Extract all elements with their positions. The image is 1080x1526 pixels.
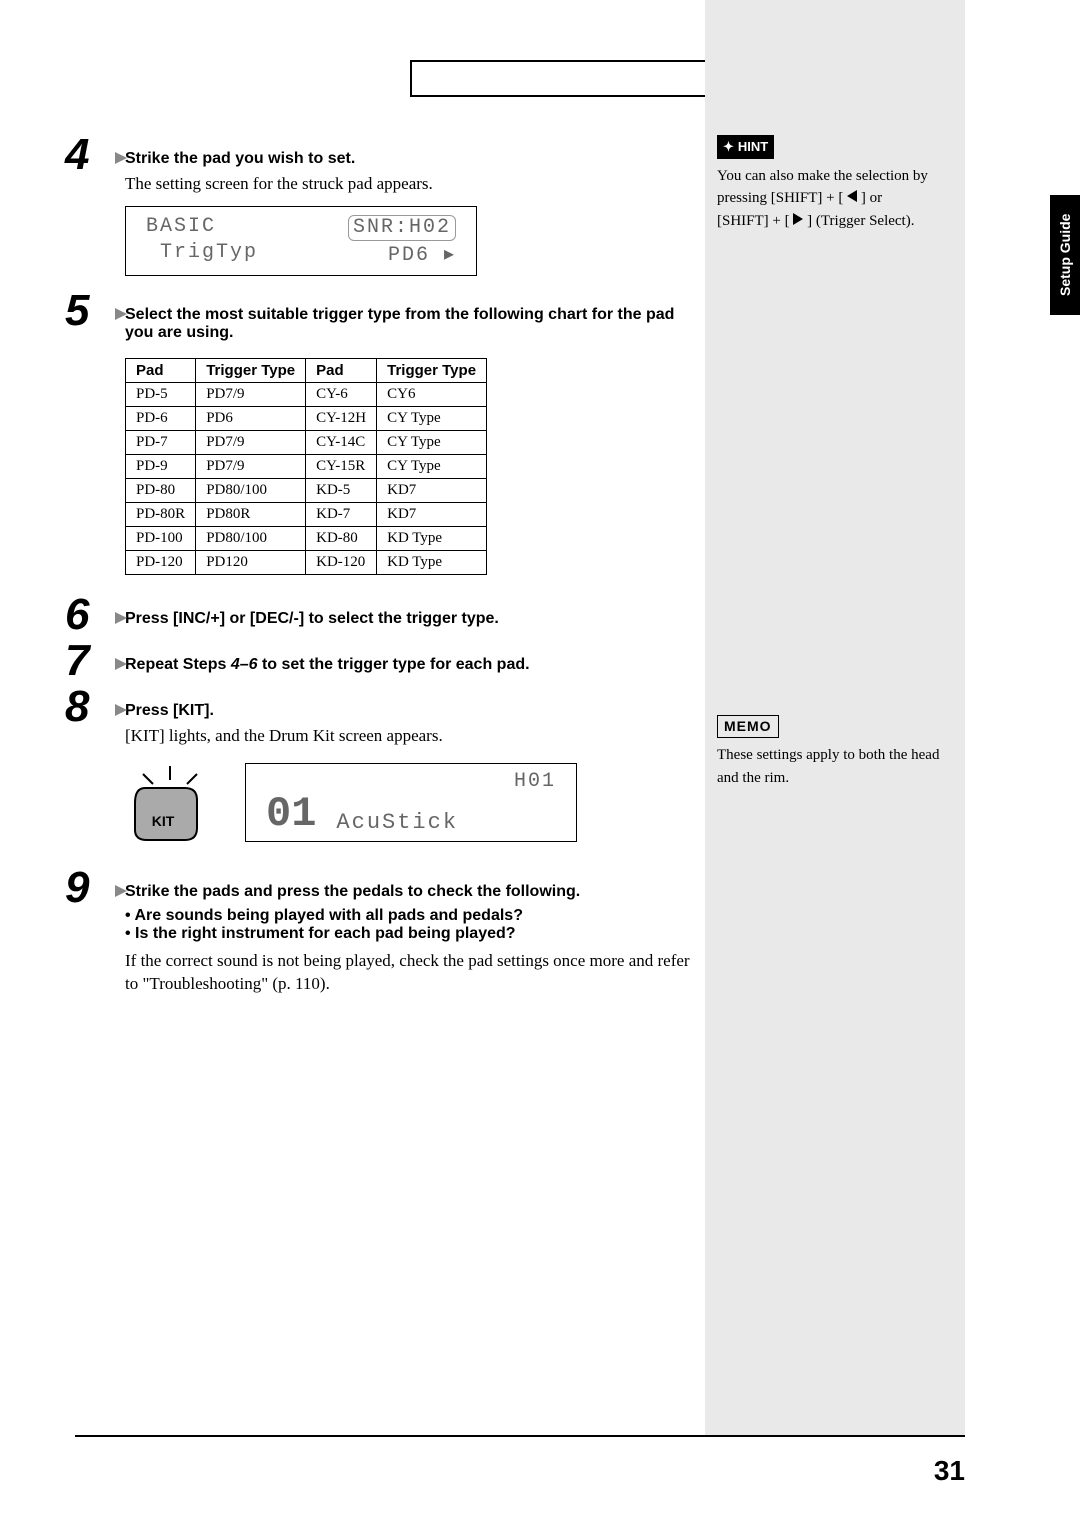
table-row: PD-9PD7/9CY-15RCY Type [126,454,487,478]
table-cell: PD6 [196,406,306,430]
step-title: Press [KIT]. [125,702,705,720]
table-cell: CY-6 [306,382,377,406]
page-number: 31 [934,1455,965,1487]
step-number: 8 [65,682,115,732]
table-header: Pad [126,358,196,382]
kit-button-icon: KIT [125,758,215,848]
footer-rule [75,1435,965,1437]
table-header: Trigger Type [377,358,487,382]
lcd-pad-indicator: SNR:H02 [348,215,456,241]
table-row: PD-7PD7/9CY-14CCY Type [126,430,487,454]
memo-box: MEMO These settings apply to both the he… [717,715,947,789]
table-cell: KD-120 [306,550,377,574]
table-cell: PD-120 [126,550,196,574]
step-8: 8 Press [KIT]. [KIT] lights, and the Dru… [75,702,705,848]
lcd-arrow-icon: ▸ [444,243,456,265]
trigger-type-table: PadTrigger TypePadTrigger Type PD-5PD7/9… [125,358,487,575]
lcd-basic: BASIC [146,215,216,241]
list-item: Is the right instrument for each pad bei… [125,925,705,943]
hint-text-3: ] (Trigger Select). [803,213,914,229]
table-cell: PD-80R [126,502,196,526]
table-cell: PD-6 [126,406,196,430]
table-cell: KD Type [377,526,487,550]
step-title: Press [INC/+] or [DEC/-] to select the t… [125,610,705,628]
table-cell: CY Type [377,406,487,430]
check-list: Are sounds being played with all pads an… [125,907,705,943]
side-column: ✦HINT You can also make the selection by… [705,0,965,1435]
step-7: 7 Repeat Steps 4–6 to set the trigger ty… [75,656,705,674]
table-cell: KD-5 [306,478,377,502]
table-row: PD-80RPD80RKD-7KD7 [126,502,487,526]
step-title: Strike the pad you wish to set. [125,150,705,168]
step-number: 4 [65,130,115,180]
step-text: If the correct sound is not being played… [125,949,705,997]
table-cell: CY-12H [306,406,377,430]
arrow-right-icon [793,213,803,225]
step-4: 4 Strike the pad you wish to set. The se… [75,150,705,276]
svg-text:KIT: KIT [152,813,175,829]
table-cell: CY-15R [306,454,377,478]
step-number: 5 [65,286,115,336]
step-6: 6 Press [INC/+] or [DEC/-] to select the… [75,610,705,628]
table-row: PD-120PD120KD-120KD Type [126,550,487,574]
lcd-value: PD6 [388,244,444,267]
list-item: Are sounds being played with all pads an… [125,907,705,925]
table-cell: KD7 [377,502,487,526]
lcd-param: TrigTyp [146,241,258,267]
step-9: 9 Strike the pads and press the pedals t… [75,883,705,997]
lcd-screen-kit: H01 01 AcuStick [245,763,577,842]
table-cell: PD-100 [126,526,196,550]
hint-box: ✦HINT You can also make the selection by… [717,135,937,232]
table-cell: PD-80 [126,478,196,502]
lcd-kit-name: AcuStick [336,810,458,835]
table-cell: KD-7 [306,502,377,526]
table-cell: KD Type [377,550,487,574]
table-cell: PD-5 [126,382,196,406]
table-cell: PD7/9 [196,454,306,478]
side-tab: Setup Guide [1050,195,1080,315]
step-5: 5 Select the most suitable trigger type … [75,306,705,575]
step-number: 9 [65,863,115,913]
step-text: [KIT] lights, and the Drum Kit screen ap… [125,724,705,748]
step-title: Repeat Steps 4–6 to set the trigger type… [125,656,705,674]
table-cell: PD7/9 [196,382,306,406]
table-row: PD-100PD80/100KD-80KD Type [126,526,487,550]
table-cell: CY6 [377,382,487,406]
hint-icon: ✦HINT [717,135,774,159]
step-number: 6 [65,590,115,640]
step-title: Strike the pads and press the pedals to … [125,883,705,901]
lcd-big-number: 01 [266,793,316,835]
step-text: The setting screen for the struck pad ap… [125,172,705,196]
step-number: 7 [65,636,115,686]
table-header: Trigger Type [196,358,306,382]
lcd-screen-trigger: BASIC SNR:H02 TrigTyp PD6 ▸ [125,206,477,276]
table-cell: CY Type [377,454,487,478]
table-cell: KD-80 [306,526,377,550]
table-cell: PD120 [196,550,306,574]
table-header: Pad [306,358,377,382]
table-cell: PD-7 [126,430,196,454]
table-cell: CY-14C [306,430,377,454]
table-row: PD-6PD6CY-12HCY Type [126,406,487,430]
table-cell: KD7 [377,478,487,502]
table-cell: PD80/100 [196,526,306,550]
table-row: PD-5PD7/9CY-6CY6 [126,382,487,406]
table-cell: PD-9 [126,454,196,478]
hint-text-1: You can also make the selection by press… [717,168,928,207]
table-cell: CY Type [377,430,487,454]
arrow-left-icon [847,190,857,202]
table-cell: PD80/100 [196,478,306,502]
table-row: PD-80PD80/100KD-5KD7 [126,478,487,502]
table-cell: PD7/9 [196,430,306,454]
memo-text: These settings apply to both the head an… [717,744,947,789]
memo-icon: MEMO [717,715,779,738]
step-title: Select the most suitable trigger type fr… [125,306,705,342]
table-cell: PD80R [196,502,306,526]
